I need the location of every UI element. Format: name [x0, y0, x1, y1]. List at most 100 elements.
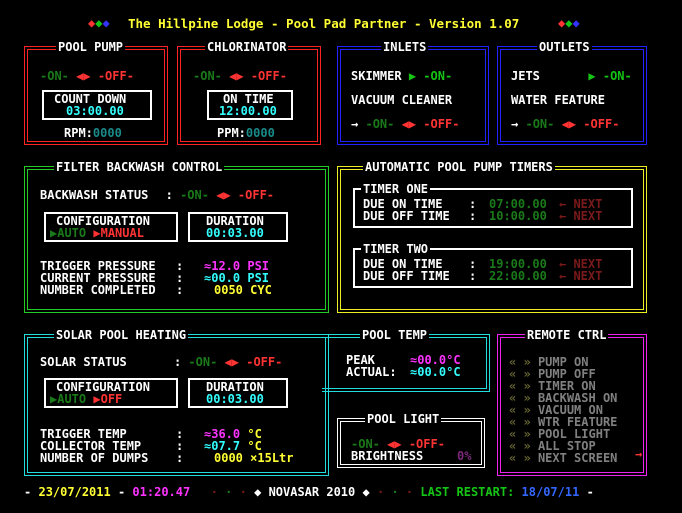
- solar-heating-title: SOLAR POOL HEATING: [54, 328, 189, 342]
- jets-arrow-icon[interactable]: ▶: [588, 69, 595, 83]
- backwash-duration-value[interactable]: 00:03.00: [206, 227, 264, 240]
- footer-date: 23/07/2011: [38, 485, 111, 499]
- solar-duration-value[interactable]: 00:03.00: [206, 393, 264, 406]
- vacuum-arrow-icon: →: [351, 117, 359, 131]
- vacuum-toggle-icon[interactable]: ◀▶: [402, 117, 416, 131]
- timer-two-title: TIMER TWO: [361, 242, 431, 256]
- skimmer-arrow-icon[interactable]: ▶: [409, 69, 416, 83]
- pump-timers-title: AUTOMATIC POOL PUMP TIMERS: [363, 160, 555, 174]
- backwash-on-label[interactable]: -ON-: [180, 188, 209, 202]
- number-completed-colon: :: [176, 283, 184, 297]
- footer-last-restart-label: LAST RESTART:: [420, 485, 515, 499]
- solar-off-label[interactable]: -OFF-: [246, 355, 282, 369]
- footer-dash-left: -: [24, 485, 32, 499]
- header-diamonds-right: ◆◆◆: [558, 16, 580, 30]
- jets-label: JETS: [511, 69, 540, 83]
- footer-time: 01:20.47: [132, 485, 191, 499]
- pool-pump-toggle-icon[interactable]: ◀▶: [76, 69, 90, 83]
- footer-dot-5: ·: [391, 485, 399, 499]
- inlets-title: INLETS: [381, 40, 429, 54]
- remote-ctrl-title: REMOTE CTRL: [525, 328, 609, 342]
- chlorinator-panel: CHLORINATOR -ON- ◀▶ -OFF- ON TIME 12:00.…: [177, 41, 321, 145]
- remote-item-label: NEXT SCREEN: [537, 451, 618, 465]
- solar-off-icon[interactable]: ▶: [93, 392, 100, 406]
- solar-toggle-icon[interactable]: ◀▶: [225, 355, 239, 369]
- backwash-manual-icon[interactable]: ▶: [93, 226, 100, 240]
- solar-auto-option[interactable]: AUTO: [57, 392, 86, 406]
- count-down-value: 03:00.00: [66, 104, 124, 118]
- footer-diamond-right-icon: ◆: [362, 485, 370, 499]
- vacuum-label: VACUUM CLEANER: [351, 93, 453, 107]
- number-completed-value: 0050: [214, 283, 243, 297]
- count-down-box: COUNT DOWN 03:00.00: [42, 90, 152, 120]
- footer-dot-6: ·: [405, 485, 414, 499]
- timer-one-box: TIMER ONE DUE ON TIME : 07:00.00 ← NEXT …: [353, 183, 633, 228]
- pool-temp-title: POOL TEMP: [360, 328, 430, 342]
- solar-heating-panel: SOLAR POOL HEATING SOLAR STATUS : -ON- ◀…: [24, 329, 329, 476]
- backwash-toggle-icon[interactable]: ◀▶: [216, 188, 230, 202]
- backwash-colon: :: [165, 188, 173, 202]
- water-feature-on-label[interactable]: -ON-: [525, 117, 554, 131]
- timer-one-off-next[interactable]: ← NEXT: [559, 210, 602, 223]
- remote-item[interactable]: « » NEXT SCREEN: [509, 452, 617, 465]
- backwash-auto-option[interactable]: AUTO: [57, 226, 86, 240]
- next-screen-arrow-icon[interactable]: →: [635, 448, 642, 461]
- dumps-colon: :: [176, 451, 184, 465]
- vacuum-off-label[interactable]: -OFF-: [423, 117, 459, 131]
- backwash-status-label: BACKWASH STATUS: [40, 188, 149, 202]
- water-feature-off-label[interactable]: -OFF-: [583, 117, 619, 131]
- footer-dash-right: -: [586, 485, 594, 499]
- timer-two-off-next[interactable]: ← NEXT: [559, 270, 602, 283]
- footer-last-restart-value: 18/07/11: [521, 485, 580, 499]
- skimmer-label: SKIMMER: [351, 69, 402, 83]
- timer-one-title: TIMER ONE: [361, 182, 431, 196]
- chlorinator-toggle-icon[interactable]: ◀▶: [229, 69, 243, 83]
- water-feature-toggle-icon[interactable]: ◀▶: [562, 117, 576, 131]
- pool-light-panel: POOL LIGHT -ON- ◀▶ -OFF- BRIGHTNESS 0%: [337, 413, 485, 468]
- footer-diamond-left-icon: ◆: [254, 485, 262, 499]
- timer-two-off-value[interactable]: 22:00.00: [489, 270, 547, 283]
- chlorinator-off-label[interactable]: -OFF-: [251, 69, 287, 83]
- brightness-label: BRIGHTNESS: [351, 449, 424, 463]
- pump-timers-panel: AUTOMATIC POOL PUMP TIMERS TIMER ONE DUE…: [337, 161, 647, 313]
- footer-dot-4: ·: [376, 485, 385, 499]
- solar-configuration-box: CONFIGURATION ▶AUTO ▶OFF: [44, 378, 178, 408]
- ppm-value: 0000: [245, 126, 275, 140]
- timer-one-off-value[interactable]: 10:00.00: [489, 210, 547, 223]
- footer-brand: NOVASAR 2010: [268, 485, 356, 499]
- filter-backwash-panel: FILTER BACKWASH CONTROL BACKWASH STATUS …: [24, 161, 329, 313]
- chlorinator-on-label[interactable]: -ON-: [193, 69, 222, 83]
- footer-dash-mid: -: [117, 485, 126, 499]
- skimmer-state[interactable]: -ON-: [423, 69, 452, 83]
- timer-one-due-off-colon: :: [469, 209, 477, 223]
- solar-status-colon: :: [173, 355, 182, 369]
- pool-light-title: POOL LIGHT: [365, 412, 442, 426]
- number-completed-unit: CYC: [250, 283, 272, 297]
- on-time-value: 12:00.00: [219, 104, 277, 118]
- footer-dot-2: ·: [225, 485, 233, 499]
- jets-state[interactable]: -ON-: [603, 69, 632, 83]
- water-feature-label: WATER FEATURE: [511, 93, 605, 107]
- outlets-title: OUTLETS: [537, 40, 592, 54]
- actual-label: ACTUAL:: [346, 365, 397, 379]
- filter-backwash-title: FILTER BACKWASH CONTROL: [54, 160, 225, 174]
- solar-on-label[interactable]: -ON-: [188, 355, 217, 369]
- outlets-panel: OUTLETS JETS ▶ -ON- WATER FEATURE → -ON-…: [497, 41, 647, 145]
- dumps-unit: ×15Ltr: [250, 451, 294, 465]
- backwash-off-label[interactable]: -OFF-: [238, 188, 274, 202]
- rpm-label: RPM:: [64, 126, 93, 140]
- pool-pump-off-label[interactable]: -OFF-: [98, 69, 134, 83]
- app-title: The Hillpine Lodge - Pool Pad Partner - …: [128, 16, 520, 31]
- backwash-configuration-box: CONFIGURATION ▶AUTO ▶MANUAL: [44, 212, 178, 242]
- header-diamonds-left: ◆◆◆: [88, 16, 110, 30]
- backwash-manual-option[interactable]: MANUAL: [101, 226, 144, 240]
- inlets-panel: INLETS SKIMMER ▶ -ON- VACUUM CLEANER → -…: [337, 41, 489, 145]
- pool-pump-on-label[interactable]: -ON-: [40, 69, 69, 83]
- vacuum-on-label[interactable]: -ON-: [365, 117, 394, 131]
- footer-dot-1: ·: [210, 485, 218, 499]
- solar-off-option[interactable]: OFF: [101, 392, 123, 406]
- water-feature-arrow-icon: →: [511, 117, 519, 131]
- timer-two-due-off-label: DUE OFF TIME: [363, 269, 450, 283]
- pool-pump-panel: POOL PUMP -ON- ◀▶ -OFF- COUNT DOWN 03:00…: [24, 41, 168, 145]
- remote-ctrl-panel: REMOTE CTRL « » PUMP ON « » PUMP OFF « » T…: [497, 329, 647, 476]
